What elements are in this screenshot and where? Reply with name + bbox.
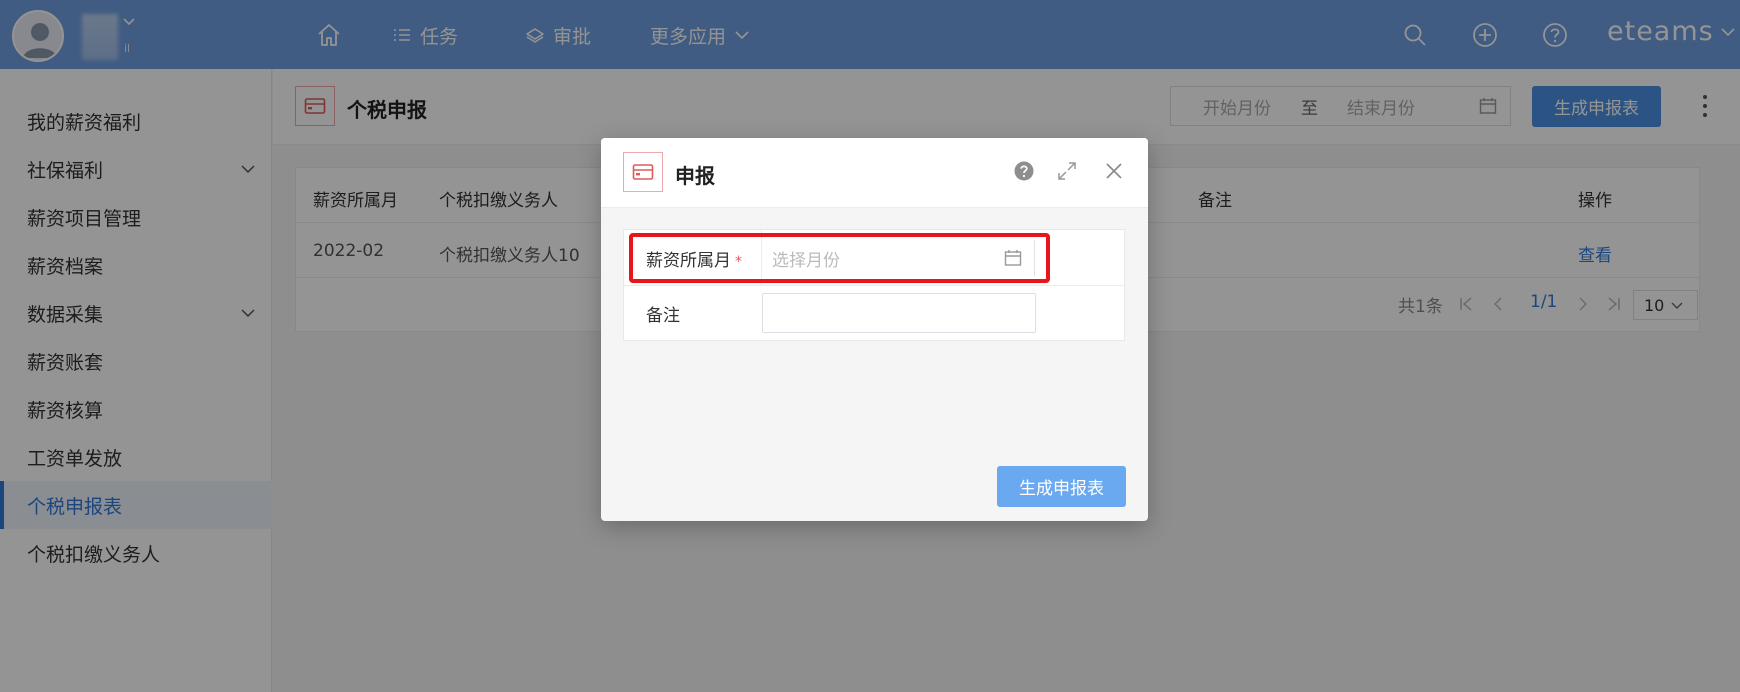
- expand-icon[interactable]: [1056, 160, 1078, 182]
- form-row-divider: [624, 285, 1124, 286]
- close-icon[interactable]: [1103, 160, 1125, 182]
- report-dialog: 申报 薪资所属月 * 选择月份 备注 生成申报表: [601, 138, 1148, 521]
- dialog-title: 申报: [675, 164, 715, 188]
- dialog-generate-button[interactable]: 生成申报表: [997, 466, 1126, 507]
- remark-input[interactable]: [762, 293, 1036, 333]
- remark-field-label: 备注: [646, 306, 680, 326]
- dialog-icon: [623, 152, 663, 192]
- card-icon: [632, 164, 654, 180]
- dialog-header: 申报: [601, 138, 1148, 208]
- highlight-annotation: [629, 233, 1050, 283]
- help-icon[interactable]: [1013, 160, 1035, 182]
